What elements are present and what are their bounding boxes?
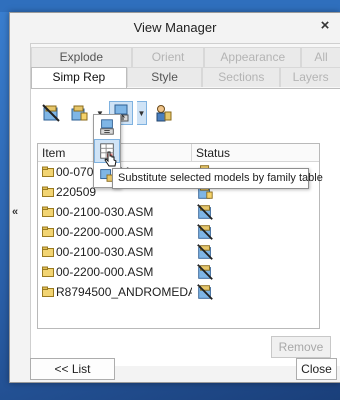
tab-sections[interactable]: Sections	[202, 67, 281, 87]
user-defined-button[interactable]	[151, 101, 175, 125]
master-rep-icon	[71, 105, 88, 121]
tab-appearance[interactable]: Appearance	[204, 47, 302, 67]
status-cell	[192, 203, 214, 221]
exclude-icon	[42, 104, 60, 122]
list-header: Item Status	[38, 144, 319, 162]
list-item[interactable]: R8794500_ANDROMEDA...	[38, 282, 319, 302]
assembly-icon	[42, 286, 54, 298]
master-rep-button[interactable]	[67, 101, 91, 125]
item-cell: 00-2100-030.ASM	[38, 245, 192, 259]
desktop-background	[0, 0, 340, 12]
item-cell: 00-2200-000.ASM	[38, 225, 192, 239]
item-name: 00-2100-030.ASM	[56, 245, 154, 259]
tab-panel: Explode Orient Appearance All Simp Rep S…	[30, 43, 340, 366]
user-rep-icon	[156, 105, 172, 122]
substitute-by-interchange-option[interactable]	[94, 115, 120, 139]
excluded-status-icon	[196, 263, 214, 281]
item-cell: R8794500_ANDROMEDA...	[38, 285, 192, 299]
substitute-dropdown-chevron-icon[interactable]: ▼	[137, 101, 147, 125]
mouse-pointer-icon	[104, 151, 117, 167]
tab-row-bottom: Simp Rep Style Sections Layers	[31, 67, 340, 89]
tab-explode[interactable]: Explode	[31, 47, 132, 67]
excluded-status-icon	[196, 243, 214, 261]
close-button[interactable]: Close	[296, 358, 337, 380]
tab-style[interactable]: Style	[126, 67, 203, 87]
tab-layers[interactable]: Layers	[280, 67, 340, 87]
tab-simp-rep[interactable]: Simp Rep	[31, 67, 127, 89]
list-item[interactable]: 00-2100-030.ASM	[38, 242, 319, 262]
assembly-icon	[42, 226, 54, 238]
exclude-button[interactable]	[39, 101, 63, 125]
list-item[interactable]: 00-2200-000.ASM	[38, 222, 319, 242]
assembly-icon	[42, 246, 54, 258]
item-name: 00-2100-030.ASM	[56, 205, 154, 219]
dialog-title: View Manager	[133, 19, 217, 35]
assembly-icon	[42, 186, 54, 198]
item-name: 00-2200-000.ASM	[56, 265, 154, 279]
dialog-titlebar[interactable]: View Manager ×	[10, 13, 340, 41]
item-cell: 00-2200-000.ASM	[38, 265, 192, 279]
substitute-interchange-icon	[100, 119, 114, 135]
assembly-icon	[42, 166, 54, 178]
status-cell	[192, 243, 214, 261]
item-cell: 00-2100-030.ASM	[38, 205, 192, 219]
item-name: 220509	[56, 185, 97, 199]
tab-orient[interactable]: Orient	[131, 47, 205, 67]
assembly-icon	[42, 266, 54, 278]
tab-row-top: Explode Orient Appearance All	[31, 47, 340, 67]
status-cell	[192, 263, 214, 281]
item-name: 00-2200-000.ASM	[56, 225, 154, 239]
tab-all[interactable]: All	[301, 47, 340, 67]
item-name: R8794500_ANDROMEDA...	[56, 285, 192, 299]
excluded-status-icon	[196, 223, 214, 241]
status-column-header[interactable]: Status	[192, 144, 230, 161]
list-item[interactable]: 00-2100-030.ASM	[38, 202, 319, 222]
simp-rep-content: ▼ ▼ Item Status 00-0700 220509 00-2100-0…	[31, 88, 340, 366]
collapse-arrow-icon[interactable]: «	[12, 206, 18, 218]
status-cell	[192, 283, 214, 301]
tooltip: Substitute selected models by family tab…	[112, 168, 323, 189]
excluded-status-icon	[196, 283, 214, 301]
list-button[interactable]: << List	[30, 358, 115, 380]
close-icon[interactable]: ×	[316, 17, 334, 35]
status-cell	[192, 223, 214, 241]
assembly-icon	[42, 206, 54, 218]
list-item[interactable]: 00-2200-000.ASM	[38, 262, 319, 282]
excluded-status-icon	[196, 203, 214, 221]
remove-button[interactable]: Remove	[271, 336, 331, 358]
view-manager-dialog: View Manager × « Explode Orient Appearan…	[9, 12, 340, 383]
